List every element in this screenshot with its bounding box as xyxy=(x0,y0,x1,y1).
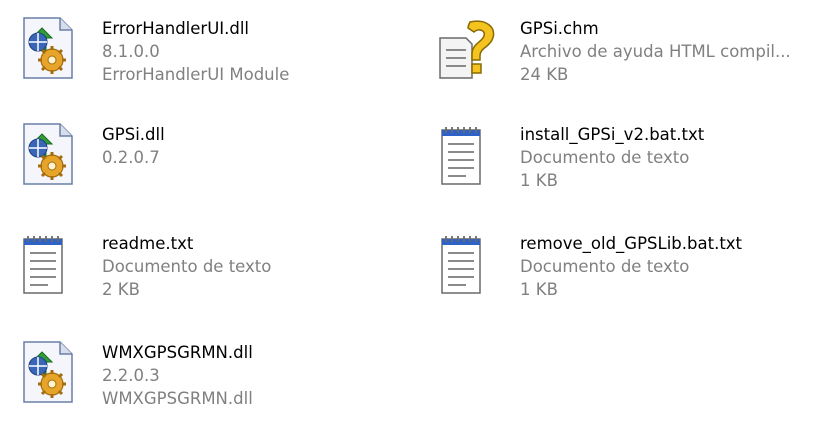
file-item-readme-txt[interactable]: readme.txt Documento de texto 2 KB xyxy=(18,231,418,323)
file-name: WMXGPSGRMN.dll xyxy=(102,343,253,362)
file-details: install_GPSi_v2.bat.txt Documento de tex… xyxy=(520,123,704,192)
text-document-icon xyxy=(436,122,496,188)
file-description: ErrorHandlerUI Module xyxy=(102,65,290,84)
help-file-icon xyxy=(436,16,496,82)
file-version: 2.2.0.3 xyxy=(102,366,160,385)
file-name: ErrorHandlerUI.dll xyxy=(102,19,250,38)
dll-gear-icon xyxy=(18,122,78,188)
file-size: 1 KB xyxy=(520,171,558,190)
file-type: Documento de texto xyxy=(520,148,690,167)
text-document-icon xyxy=(436,231,496,297)
file-type: Documento de texto xyxy=(520,257,690,276)
text-document-icon xyxy=(18,231,78,297)
file-details: GPSi.dll 0.2.0.7 xyxy=(102,123,165,169)
file-item-remove-old-gpslib-bat-txt[interactable]: remove_old_GPSLib.bat.txt Documento de t… xyxy=(436,231,832,323)
file-item-install-gpsi-v2-bat-txt[interactable]: install_GPSi_v2.bat.txt Documento de tex… xyxy=(436,122,832,214)
file-version: 8.1.0.0 xyxy=(102,42,160,61)
file-type: Archivo de ayuda HTML compil... xyxy=(520,42,791,61)
file-details: readme.txt Documento de texto 2 KB xyxy=(102,232,271,301)
file-description: WMXGPSGRMN.dll xyxy=(102,389,253,408)
file-details: ErrorHandlerUI.dll 8.1.0.0 ErrorHandlerU… xyxy=(102,17,289,86)
dll-gear-icon xyxy=(18,16,78,82)
file-version: 0.2.0.7 xyxy=(102,148,160,167)
file-item-wmxgpsgrmn-dll[interactable]: WMXGPSGRMN.dll 2.2.0.3 WMXGPSGRMN.dll xyxy=(18,340,418,432)
file-item-gpsi-chm[interactable]: GPSi.chm Archivo de ayuda HTML compil...… xyxy=(436,16,832,108)
file-details: GPSi.chm Archivo de ayuda HTML compil...… xyxy=(520,17,791,86)
file-size: 2 KB xyxy=(102,280,140,299)
file-name: readme.txt xyxy=(102,234,194,253)
file-item-errorhandlerui-dll[interactable]: ErrorHandlerUI.dll 8.1.0.0 ErrorHandlerU… xyxy=(18,16,418,108)
file-type: Documento de texto xyxy=(102,257,272,276)
file-item-gpsi-dll[interactable]: GPSi.dll 0.2.0.7 xyxy=(18,122,418,214)
file-details: WMXGPSGRMN.dll 2.2.0.3 WMXGPSGRMN.dll xyxy=(102,341,253,410)
file-details: remove_old_GPSLib.bat.txt Documento de t… xyxy=(520,232,742,301)
file-name: remove_old_GPSLib.bat.txt xyxy=(520,234,743,253)
file-size: 24 KB xyxy=(520,65,569,84)
dll-gear-icon xyxy=(18,340,78,406)
file-name: GPSi.dll xyxy=(102,125,165,144)
file-name: install_GPSi_v2.bat.txt xyxy=(520,125,705,144)
file-name: GPSi.chm xyxy=(520,19,599,38)
file-size: 1 KB xyxy=(520,280,558,299)
